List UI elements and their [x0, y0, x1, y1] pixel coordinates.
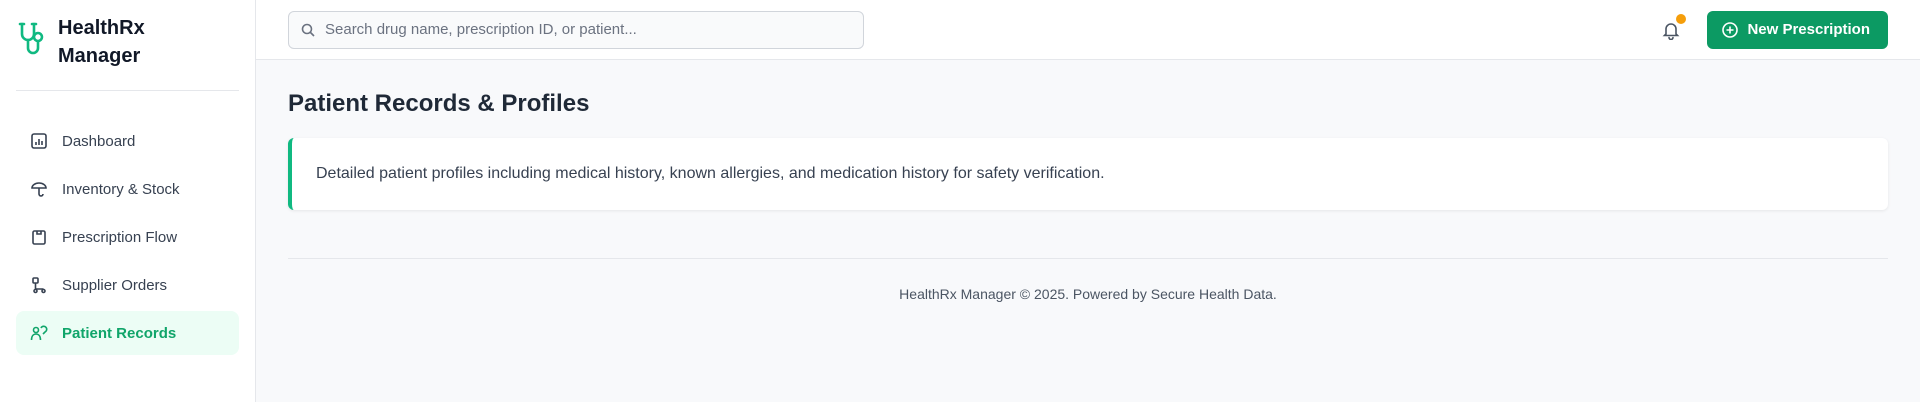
app-shell: HealthRx Manager Dashboard Inventory & S…: [0, 0, 1920, 402]
footer-text: HealthRx Manager © 2025. Powered by Secu…: [899, 286, 1277, 302]
new-prescription-label: New Prescription: [1747, 21, 1870, 38]
pill-icon: [31, 182, 47, 197]
search-input[interactable]: [325, 21, 851, 38]
sidebar-item-dashboard[interactable]: Dashboard: [16, 119, 239, 163]
sidebar-item-label: Dashboard: [62, 132, 136, 150]
brand[interactable]: HealthRx Manager: [16, 14, 239, 91]
plus-circle-icon: [1722, 21, 1739, 38]
chart-icon: [31, 133, 47, 149]
notification-dot: [1676, 13, 1687, 24]
patient-icon: [30, 325, 48, 341]
content: Patient Records & Profiles Detailed pati…: [256, 60, 1920, 302]
truck-icon: [32, 277, 46, 294]
search-box[interactable]: [288, 10, 864, 49]
footer-divider: [288, 258, 1888, 259]
top-actions: New Prescription: [1657, 10, 1888, 49]
sidebar-item-label: Inventory & Stock: [62, 180, 180, 198]
sidebar-item-patient-records[interactable]: Patient Records: [16, 311, 239, 355]
sidebar-item-inventory[interactable]: Inventory & Stock: [16, 167, 239, 211]
sidebar-item-supplier-orders[interactable]: Supplier Orders: [16, 263, 239, 307]
new-prescription-button[interactable]: New Prescription: [1707, 10, 1888, 49]
sidebar-nav: Dashboard Inventory & Stock Prescription…: [16, 119, 239, 355]
sidebar-item-label: Prescription Flow: [62, 228, 178, 246]
brand-name-line2: Manager: [58, 45, 141, 67]
search-icon: [301, 23, 315, 37]
sidebar-item-prescription-flow[interactable]: Prescription Flow: [16, 215, 239, 259]
brand-name-line1: HealthRx: [58, 17, 145, 39]
brand-name: HealthRx Manager: [58, 14, 145, 70]
notifications-button[interactable]: [1657, 13, 1687, 44]
main-area: New Prescription Patient Records & Profi…: [256, 0, 1920, 402]
info-card: Detailed patient profiles including medi…: [288, 138, 1888, 210]
page-title: Patient Records & Profiles: [288, 90, 590, 117]
info-description: Detailed patient profiles including medi…: [316, 165, 1105, 182]
sidebar-item-label: Supplier Orders: [62, 276, 168, 294]
stethoscope-logo-icon: [18, 22, 44, 55]
sidebar-item-label: Patient Records: [62, 324, 177, 342]
topbar: New Prescription: [256, 0, 1920, 60]
clipboard-icon: [32, 230, 46, 245]
sidebar: HealthRx Manager Dashboard Inventory & S…: [0, 0, 256, 402]
